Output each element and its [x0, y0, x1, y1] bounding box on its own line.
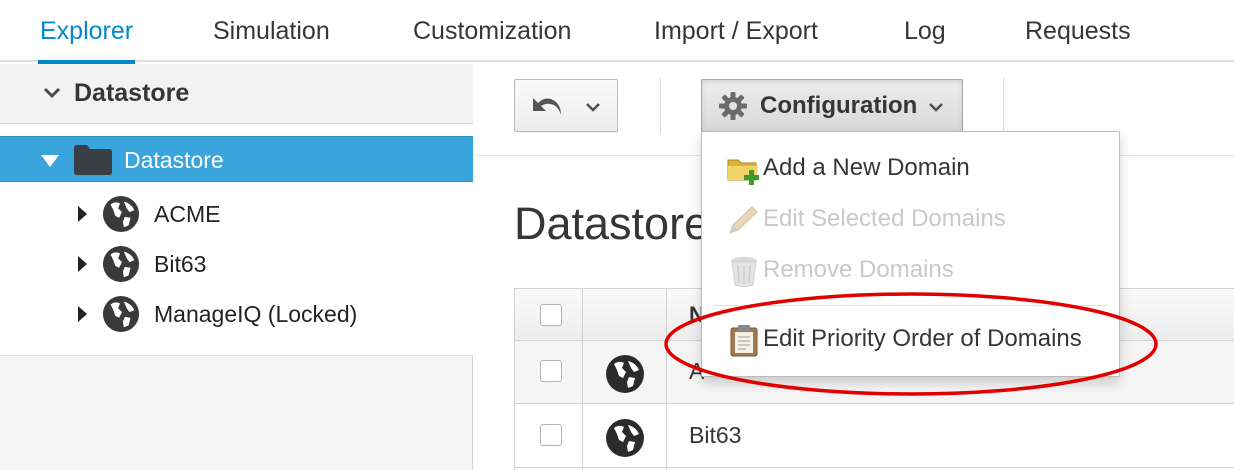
tree-node-manageiq[interactable]: ManageIQ (Locked): [0, 290, 473, 340]
tab-explorer[interactable]: Explorer: [37, 0, 136, 64]
column-divider: [582, 289, 583, 470]
chevron-down-icon: [43, 87, 61, 99]
tab-import-export[interactable]: Import / Export: [654, 0, 818, 62]
globe-icon: [606, 355, 644, 393]
accordion-header-datastore[interactable]: Datastore: [0, 64, 473, 124]
caret-right-icon[interactable]: [76, 304, 88, 324]
menu-item-label: Remove Domains: [763, 256, 954, 283]
chevron-down-icon: [586, 103, 600, 112]
caret-right-icon[interactable]: [76, 254, 88, 274]
undo-icon: [533, 98, 561, 115]
menu-item-label: Add a New Domain: [763, 154, 970, 181]
add-folder-icon: [727, 159, 759, 185]
folder-icon: [74, 145, 112, 175]
configuration-label: Configuration: [760, 92, 918, 119]
tree-node-datastore[interactable]: Datastore: [0, 136, 473, 182]
pencil-icon: [729, 206, 758, 234]
menu-item-label: Edit Selected Domains: [763, 205, 1006, 232]
table-row[interactable]: Bit63: [515, 405, 1234, 468]
top-tabs: Explorer Simulation Customization Import…: [0, 0, 1234, 64]
toolbar-divider: [1003, 78, 1004, 133]
back-button[interactable]: [514, 79, 618, 132]
tree-node-acme[interactable]: ACME: [0, 190, 473, 240]
page-title: Datastore: [514, 198, 710, 249]
highlight-annotation: [664, 292, 1158, 396]
row-name: Bit63: [689, 422, 742, 448]
tree-node-label: ACME: [154, 201, 221, 227]
caret-down-icon[interactable]: [40, 154, 60, 168]
menu-item-edit-selected-domains[interactable]: Edit Selected Domains: [702, 194, 1119, 244]
sidebar: Datastore Datastore ACME Bit63 ManageIQ …: [0, 64, 473, 470]
toolbar-divider: [660, 78, 661, 133]
tree-node-bit63[interactable]: Bit63: [0, 240, 473, 290]
configuration-button[interactable]: Configuration: [701, 79, 963, 132]
tab-requests[interactable]: Requests: [1025, 0, 1131, 62]
gear-icon: [719, 92, 747, 120]
chevron-down-icon: [929, 103, 943, 112]
accordion-title: Datastore: [74, 79, 190, 107]
tab-simulation[interactable]: Simulation: [213, 0, 330, 62]
caret-right-icon[interactable]: [76, 204, 88, 224]
select-all-checkbox[interactable]: [540, 304, 562, 326]
tab-customization[interactable]: Customization: [413, 0, 571, 62]
menu-item-add-domain[interactable]: Add a New Domain: [702, 143, 1119, 193]
menu-item-remove-domains[interactable]: Remove Domains: [702, 245, 1119, 295]
globe-icon: [102, 295, 140, 333]
globe-icon: [102, 245, 140, 283]
trash-icon: [731, 257, 757, 287]
tab-log[interactable]: Log: [904, 0, 946, 62]
globe-icon: [606, 419, 644, 457]
tree-node-label: ManageIQ (Locked): [154, 301, 358, 327]
row-checkbox[interactable]: [540, 360, 562, 382]
tree-node-label: Datastore: [124, 147, 224, 173]
datastore-tree: Datastore ACME Bit63 ManageIQ (Locked): [0, 124, 473, 356]
tree-node-label: Bit63: [154, 251, 207, 277]
row-checkbox[interactable]: [540, 424, 562, 446]
globe-icon: [102, 195, 140, 233]
